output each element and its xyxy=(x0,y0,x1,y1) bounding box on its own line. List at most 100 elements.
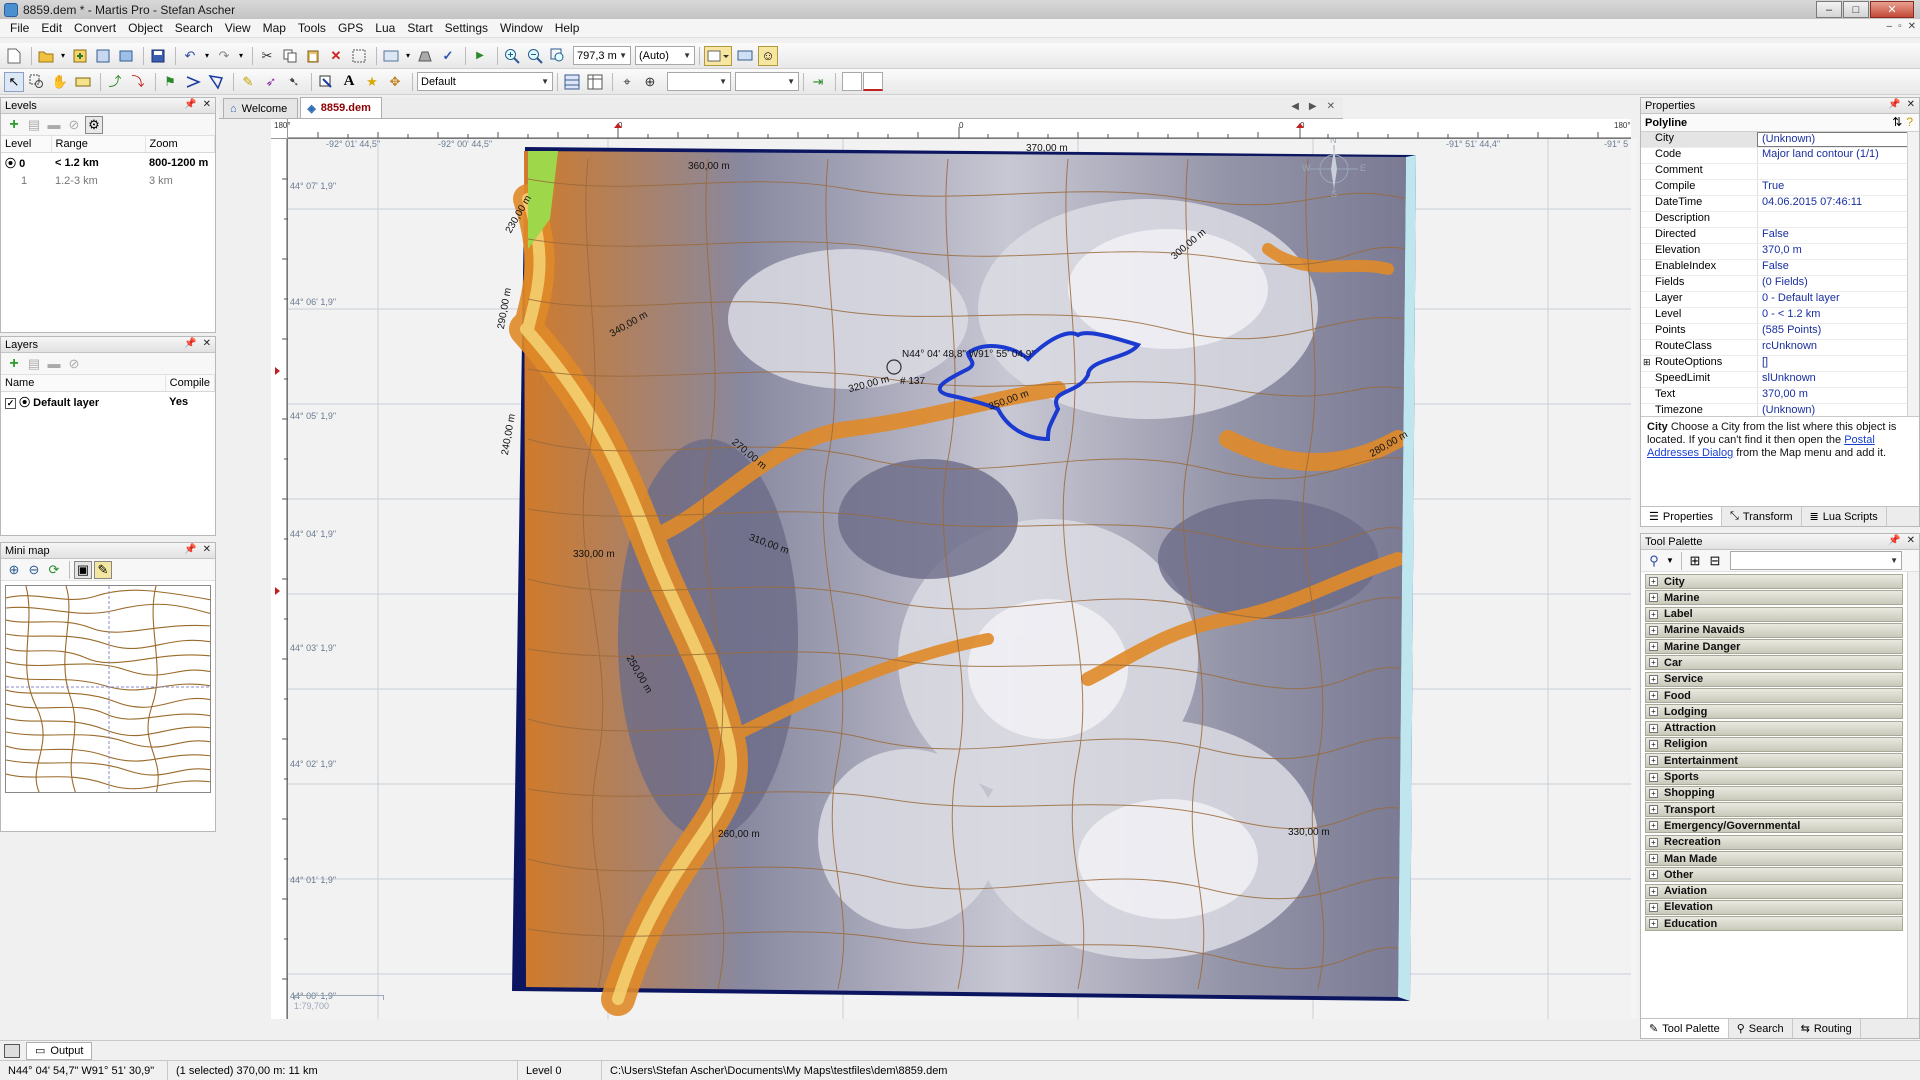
gps-combo[interactable]: ▼ xyxy=(667,72,731,91)
tab-next-icon[interactable]: ▶ xyxy=(1309,101,1317,112)
add-level-icon[interactable]: + xyxy=(5,116,23,134)
property-row-level[interactable]: Level 0 - < 1.2 km xyxy=(1641,308,1919,324)
filter-icon[interactable]: ⚲ xyxy=(1645,552,1663,570)
disable-icon[interactable]: ⊘ xyxy=(65,116,83,134)
save-icon[interactable] xyxy=(148,46,168,66)
palette-item-attraction[interactable]: + Attraction xyxy=(1645,720,1903,736)
close-icon[interactable]: ✕ xyxy=(1907,535,1915,546)
compile-icon[interactable] xyxy=(415,46,435,66)
remove-layer-icon[interactable]: ▬ xyxy=(45,355,63,373)
layer-icon[interactable] xyxy=(381,46,401,66)
menu-settings[interactable]: Settings xyxy=(439,21,494,35)
output-tab[interactable]: ▭ Output xyxy=(26,1041,93,1060)
screen-icon[interactable] xyxy=(735,46,755,66)
undo-icon[interactable]: ↶ xyxy=(180,46,200,66)
property-row-directed[interactable]: Directed False xyxy=(1641,228,1919,244)
property-row-datetime[interactable]: DateTime 04.06.2015 07:46:11 xyxy=(1641,196,1919,212)
palette-item-lodging[interactable]: + Lodging xyxy=(1645,704,1903,720)
run-icon[interactable]: ▶ xyxy=(470,46,490,66)
property-value[interactable]: (585 Points) xyxy=(1757,324,1919,339)
polygon-icon[interactable] xyxy=(206,72,226,92)
maximize-button[interactable]: □ xyxy=(1843,1,1869,18)
crosshair-icon[interactable]: ✥ xyxy=(385,72,405,92)
table-row[interactable]: 1 1.2-3 km 3 km xyxy=(1,173,215,189)
display-mode-icon[interactable] xyxy=(704,45,732,66)
property-row-routeoptions[interactable]: ⊞ RouteOptions [] xyxy=(1641,356,1919,372)
edit-layer-icon[interactable]: ▤ xyxy=(25,355,43,373)
property-row-elevation[interactable]: Elevation 370,0 m xyxy=(1641,244,1919,260)
dropdown-arrow-icon[interactable]: ▾ xyxy=(59,46,67,66)
palette-item-entertainment[interactable]: + Entertainment xyxy=(1645,753,1903,769)
palette-item-shopping[interactable]: + Shopping xyxy=(1645,785,1903,801)
dropdown-arrow-icon[interactable]: ▾ xyxy=(237,46,245,66)
highlight-icon[interactable]: ✎ xyxy=(238,72,258,92)
zoom-select-icon[interactable] xyxy=(27,72,47,92)
property-row-text[interactable]: Text 370,00 m xyxy=(1641,388,1919,404)
text-tool-icon[interactable]: A xyxy=(339,72,359,92)
layers-col-name[interactable]: Name xyxy=(1,375,166,392)
cut-icon[interactable]: ✂ xyxy=(257,46,277,66)
tab-search[interactable]: ⚲ Search xyxy=(1729,1019,1793,1038)
compass-rose[interactable]: N S W E xyxy=(1302,139,1366,199)
close-icon[interactable]: ✕ xyxy=(203,99,211,110)
measure-icon[interactable] xyxy=(73,72,93,92)
property-value[interactable]: 370,0 m xyxy=(1757,244,1919,259)
vertical-ruler[interactable] xyxy=(271,139,290,1019)
menu-search[interactable]: Search xyxy=(169,21,219,35)
menu-lua[interactable]: Lua xyxy=(369,21,401,35)
property-value[interactable]: 04.06.2015 07:46:11 xyxy=(1757,196,1919,211)
gps-icon[interactable]: ⌖ xyxy=(617,72,637,92)
pin-icon[interactable]: 📌 xyxy=(1888,99,1900,110)
mdi-close-button[interactable]: ✕ xyxy=(1908,21,1916,32)
edit-level-icon[interactable]: ▤ xyxy=(25,116,43,134)
level-settings-icon[interactable]: ⚙ xyxy=(85,115,103,134)
close-icon[interactable]: ✕ xyxy=(203,544,211,555)
palette-item-man-made[interactable]: + Man Made xyxy=(1645,851,1903,867)
tab-close-icon[interactable]: ✕ xyxy=(1327,101,1335,112)
pin-icon[interactable]: 📌 xyxy=(184,338,196,349)
close-button[interactable]: ✕ xyxy=(1870,1,1914,18)
style-combo[interactable]: Default ▼ xyxy=(417,72,553,91)
menu-object[interactable]: Object xyxy=(122,21,169,35)
select-arrow-icon[interactable]: ↖ xyxy=(4,71,24,92)
palette-item-aviation[interactable]: + Aviation xyxy=(1645,883,1903,899)
menu-view[interactable]: View xyxy=(219,21,257,35)
property-row-city[interactable]: City (Unknown) ▼ xyxy=(1641,132,1919,148)
property-row-layer[interactable]: Layer 0 - Default layer xyxy=(1641,292,1919,308)
node-edit-icon[interactable] xyxy=(316,72,336,92)
palette-item-education[interactable]: + Education xyxy=(1645,916,1903,932)
layer-checkbox[interactable]: ✓ xyxy=(5,398,16,409)
dropdown-arrow-icon[interactable]: ▾ xyxy=(404,46,412,66)
color-swatch-alt[interactable] xyxy=(863,72,883,91)
view-mode-icon[interactable]: ▣ xyxy=(74,560,92,579)
tab-routing[interactable]: ⇆ Routing xyxy=(1793,1019,1861,1038)
menu-edit[interactable]: Edit xyxy=(35,21,68,35)
tab-transform[interactable]: ⤡ Transform xyxy=(1722,507,1802,526)
delete-icon[interactable]: ✕ xyxy=(326,46,346,66)
smiley-icon[interactable]: ☺ xyxy=(758,45,778,66)
menu-gps[interactable]: GPS xyxy=(332,21,369,35)
dropdown-arrow-icon[interactable]: ▾ xyxy=(203,46,211,66)
property-value[interactable]: (Unknown) xyxy=(1757,404,1919,416)
palette-filter-combo[interactable]: ▼ xyxy=(1730,551,1902,570)
scale-combo[interactable]: 797,3 m ▼ xyxy=(573,46,631,65)
table-row[interactable]: ✓ ⦿ Default layer Yes xyxy=(1,392,215,413)
table-row[interactable]: ⦿ 0 < 1.2 km 800-1200 m xyxy=(1,153,215,174)
property-row-code[interactable]: Code Major land contour (1/1) xyxy=(1641,148,1919,164)
property-value[interactable]: 370,00 m xyxy=(1757,388,1919,403)
tab-properties[interactable]: ☰ Properties xyxy=(1641,507,1723,526)
mdi-minimize-button[interactable]: – xyxy=(1887,21,1893,32)
property-value[interactable]: [] xyxy=(1757,356,1919,371)
menu-convert[interactable]: Convert xyxy=(68,21,122,35)
zoom-out-icon[interactable]: ⊖ xyxy=(25,561,43,579)
select-all-icon[interactable] xyxy=(349,46,369,66)
expand-icon[interactable]: ⊞ xyxy=(1643,357,1651,368)
open-folder-icon[interactable] xyxy=(36,46,56,66)
property-row-enableindex[interactable]: EnableIndex False xyxy=(1641,260,1919,276)
color-swatch[interactable] xyxy=(842,72,862,91)
export-map-icon[interactable] xyxy=(116,46,136,66)
zoom-mode-combo[interactable]: (Auto) ▼ xyxy=(635,46,695,65)
menu-file[interactable]: File xyxy=(4,21,35,35)
star-icon[interactable]: ★ xyxy=(362,72,382,92)
property-value[interactable]: Major land contour (1/1) xyxy=(1757,148,1919,163)
